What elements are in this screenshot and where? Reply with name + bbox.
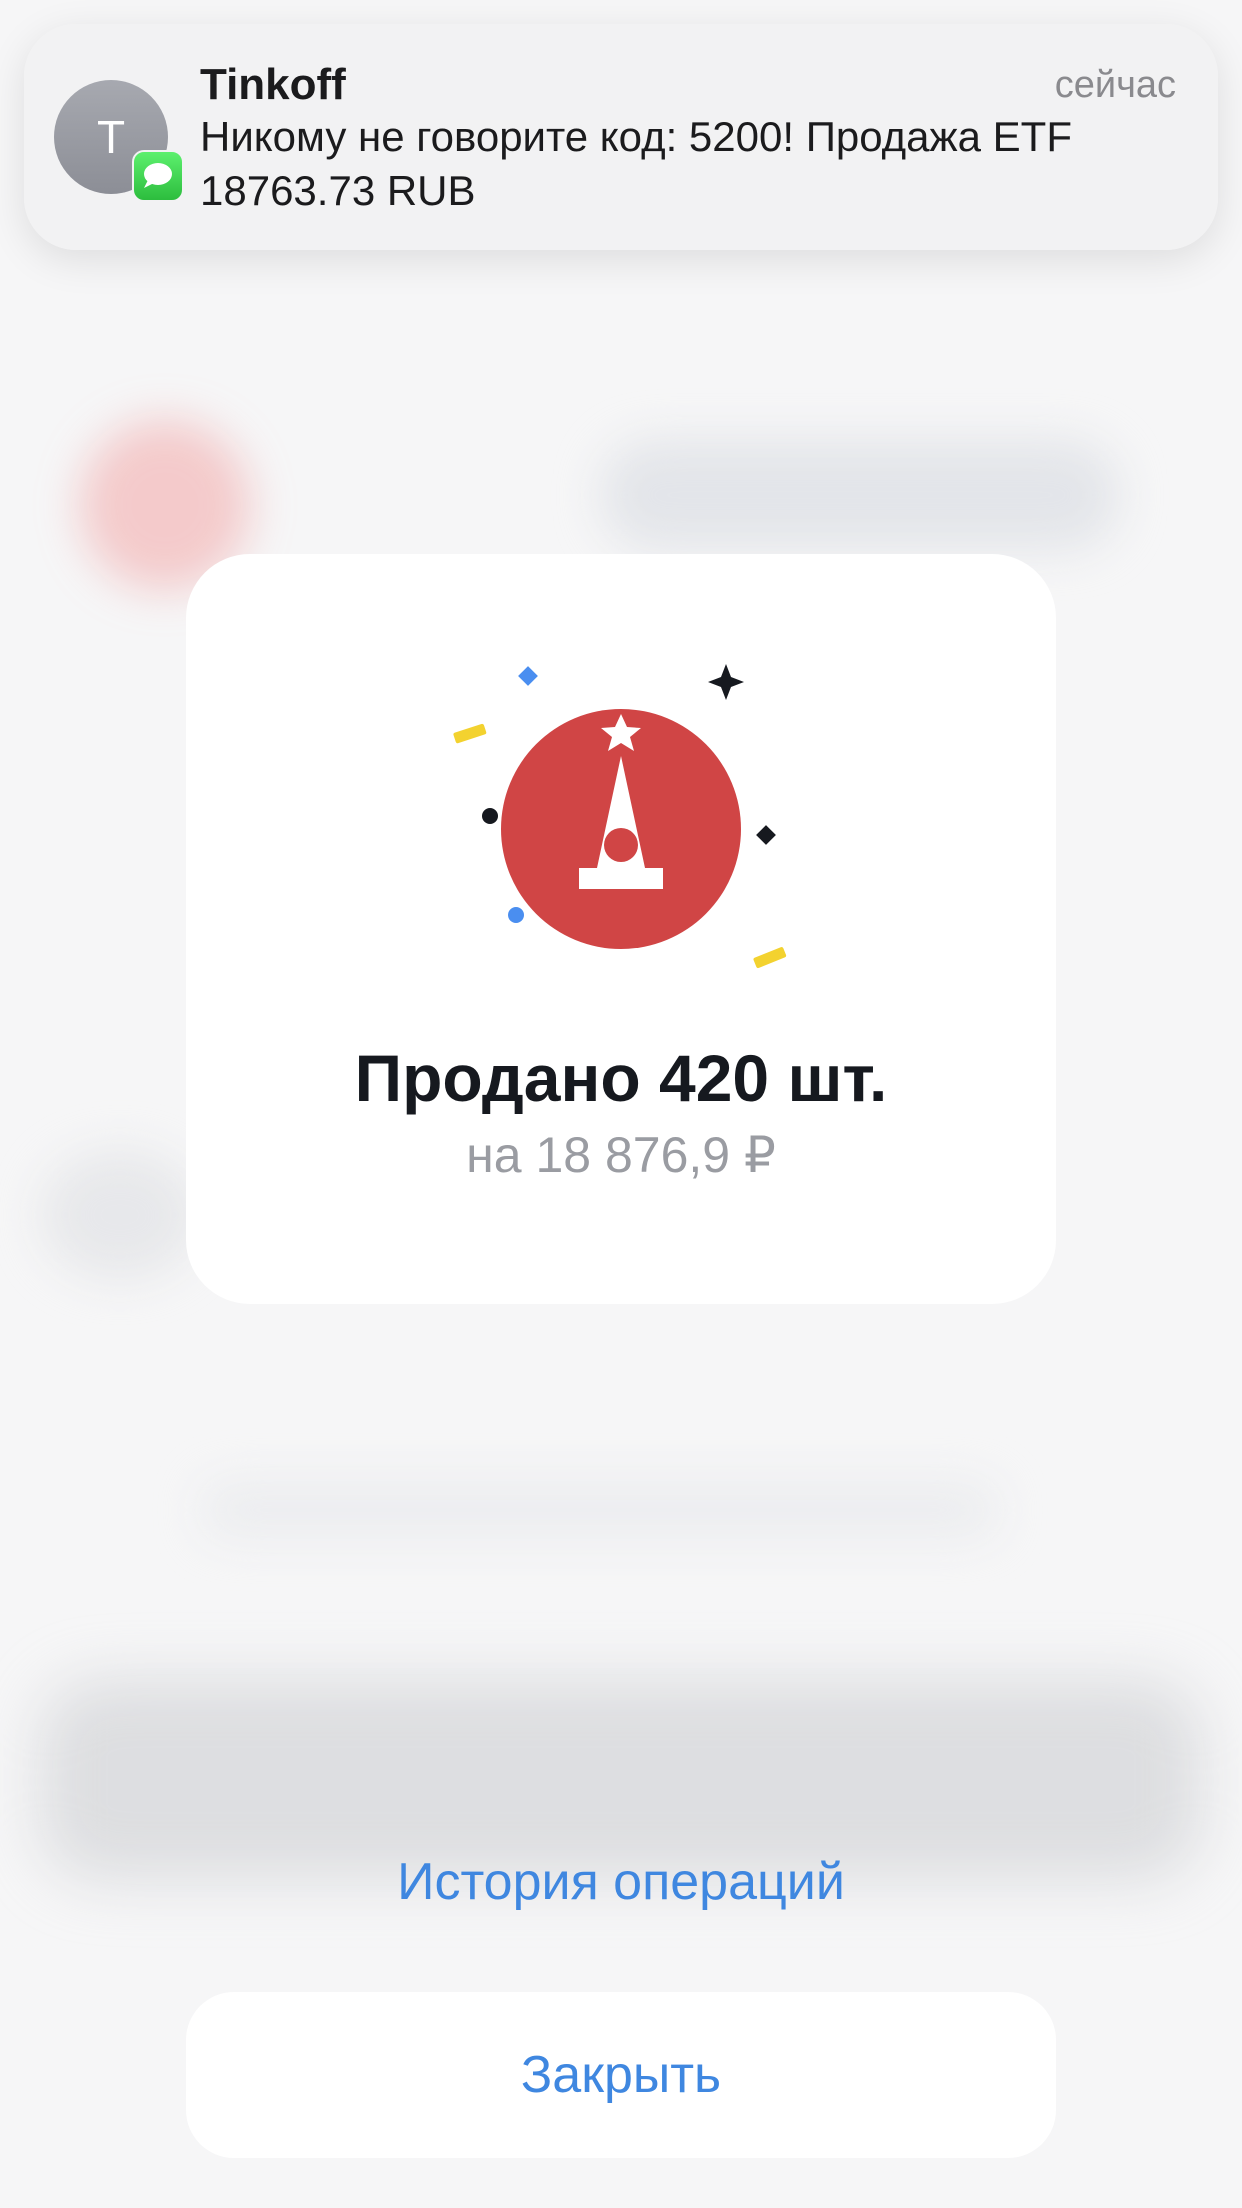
confetti-dark-diamond [756,825,776,845]
confetti-blue-dot [508,907,524,923]
tower-clock-dot [604,828,638,862]
confetti-dark-dot [482,808,498,824]
messages-app-icon [132,150,184,202]
notification-message: Никому не говорите код: 5200! Продажа ET… [200,113,1072,214]
confetti-yellow-dash [753,947,787,969]
notification-time: сейчас [1054,64,1176,106]
close-button[interactable]: Закрыть [186,1992,1056,2158]
notification-app-name: Tinkoff [200,60,346,109]
operations-history-link[interactable]: История операций [0,1852,1242,1912]
success-illustration [453,664,787,969]
blurred-overlay-band [40,1680,1202,1880]
sold-quantity-title: Продано 420 шт. [354,1041,888,1115]
blurred-background-shape [600,440,1120,550]
confetti-yellow-dash [453,723,487,744]
blurred-background-shape [40,1150,200,1280]
push-notification[interactable]: T Tinkoff сейчас Никому не говорите код:… [24,24,1218,250]
sale-result-card: Продано 420 шт. на 18 876,9 ₽ [186,554,1056,1304]
blurred-background-shape [200,1480,1000,1540]
confetti-dark-sparkle [708,664,744,700]
avatar-letter: T [96,111,126,163]
sold-amount-subtitle: на 18 876,9 ₽ [466,1127,776,1183]
confetti-blue-diamond [518,666,538,686]
